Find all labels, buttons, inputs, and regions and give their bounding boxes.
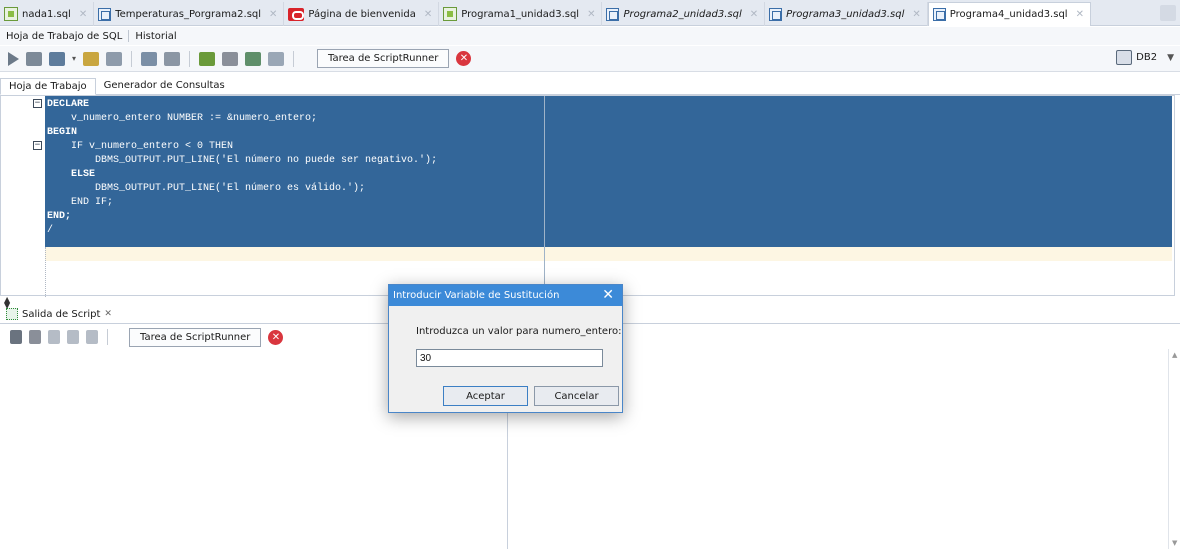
tab-temperaturas[interactable]: Temperaturas_Porgrama2.sql ✕ xyxy=(94,2,285,26)
document-icon xyxy=(606,7,620,21)
close-icon[interactable]: ✕ xyxy=(587,9,595,20)
substitution-variable-dialog: Introducir Variable de Sustitución ✕ Int… xyxy=(388,284,623,413)
pin-icon[interactable] xyxy=(10,330,22,344)
close-icon[interactable]: ✕ xyxy=(424,9,432,20)
eraser-icon[interactable] xyxy=(222,51,239,66)
code-line: END; xyxy=(47,211,72,222)
tab-nada1[interactable]: nada1.sql ✕ xyxy=(0,2,95,26)
vertical-scrollbar[interactable]: ▲ ▼ xyxy=(1168,349,1180,549)
divider xyxy=(189,50,191,67)
current-line-highlight xyxy=(45,247,1172,261)
scroll-up-icon[interactable]: ▲ xyxy=(1172,351,1177,359)
connection-selector[interactable]: DB2 ▼ xyxy=(1116,50,1174,65)
scriptrunner-task-button[interactable]: Tarea de ScriptRunner xyxy=(129,327,262,347)
document-icon xyxy=(932,8,946,21)
close-icon[interactable]: ✕ xyxy=(912,9,920,20)
close-icon[interactable]: ✕ xyxy=(79,9,87,20)
chevron-down-icon[interactable]: ▾ xyxy=(72,54,76,63)
tab-bienvenida[interactable]: Página de bienvenida ✕ xyxy=(284,2,440,26)
oracle-icon xyxy=(288,7,305,21)
accept-button[interactable]: Aceptar xyxy=(443,386,528,406)
close-icon[interactable]: ✕ xyxy=(602,287,614,303)
code-line: END IF; xyxy=(47,197,114,208)
open-icon[interactable] xyxy=(86,330,98,344)
tab-list-icon[interactable] xyxy=(1160,5,1176,21)
explain-plan-icon[interactable] xyxy=(106,51,123,66)
editor-tab-bar: Hoja de Trabajo Generador de Consultas xyxy=(0,77,1180,95)
code-line: DECLARE xyxy=(47,99,90,110)
code-line: ELSE xyxy=(47,169,96,180)
code-line: / xyxy=(47,225,54,236)
close-icon[interactable]: ✕ xyxy=(1076,9,1084,20)
tab-sql-worksheet[interactable]: Hoja de Trabajo de SQL xyxy=(6,31,122,42)
rollback-icon[interactable] xyxy=(83,51,100,66)
clear-icon[interactable] xyxy=(199,51,216,66)
format-icon[interactable] xyxy=(268,51,285,66)
eraser-icon[interactable] xyxy=(29,330,41,344)
document-icon xyxy=(98,7,112,21)
code-line: BEGIN xyxy=(47,127,78,138)
divider xyxy=(128,30,130,42)
chevron-down-icon: ▼ xyxy=(1167,52,1174,63)
dialog-prompt: Introduzca un valor para numero_entero: xyxy=(416,326,622,337)
tab-programa1[interactable]: Programa1_unidad3.sql ✕ xyxy=(439,2,603,26)
sql-worksheet-icon xyxy=(443,7,458,21)
sql-tuning-icon[interactable] xyxy=(164,51,181,66)
database-icon xyxy=(1116,50,1133,65)
code-line: IF v_numero_entero < 0 THEN xyxy=(47,141,234,152)
tab-query-builder[interactable]: Generador de Consultas xyxy=(96,77,233,94)
autotrace-icon[interactable] xyxy=(141,51,158,66)
commit-icon[interactable] xyxy=(49,51,65,66)
sql-editor[interactable]: − − DECLARE v_numero_entero NUMBER := &n… xyxy=(0,95,1175,297)
script-output-icon xyxy=(6,308,18,320)
close-icon[interactable]: ✕ xyxy=(750,9,758,20)
right-margin-line xyxy=(544,96,545,296)
worksheet-subbar: Hoja de Trabajo de SQL Historial xyxy=(0,27,1180,45)
divider xyxy=(131,50,133,67)
main-toolbar: ▾ Tarea de ScriptRunner ✕ DB2 ▼ xyxy=(0,46,1180,72)
print-icon[interactable] xyxy=(67,330,79,344)
tab-programa2[interactable]: Programa2_unidad3.sql ✕ xyxy=(602,2,766,26)
tab-programa3[interactable]: Programa3_unidad3.sql ✕ xyxy=(765,2,928,26)
divider xyxy=(107,329,108,345)
document-tab-bar: nada1.sql ✕ Temperaturas_Porgrama2.sql ✕… xyxy=(0,0,1180,26)
run-statement-icon[interactable] xyxy=(8,51,19,66)
output-toolbar: Tarea de ScriptRunner ✕ xyxy=(10,327,284,347)
document-icon xyxy=(769,7,783,21)
editor-gutter: − − xyxy=(1,96,45,296)
cancel-button[interactable]: Cancelar xyxy=(534,386,619,406)
history-icon[interactable] xyxy=(245,51,262,66)
scriptrunner-task-button[interactable]: Tarea de ScriptRunner xyxy=(317,49,450,68)
tab-history[interactable]: Historial xyxy=(135,31,176,42)
save-icon[interactable] xyxy=(48,330,60,344)
divider xyxy=(293,50,295,67)
scroll-down-icon[interactable]: ▼ xyxy=(1172,539,1177,547)
dialog-title-bar: Introducir Variable de Sustitución ✕ xyxy=(389,285,622,306)
indent-guide xyxy=(45,247,46,297)
tab-programa4[interactable]: Programa4_unidad3.sql ✕ xyxy=(927,2,1091,26)
run-script-icon[interactable] xyxy=(26,51,42,66)
tab-worksheet[interactable]: Hoja de Trabajo xyxy=(0,78,96,95)
stop-icon[interactable]: ✕ xyxy=(268,329,284,345)
sql-developer-window: nada1.sql ✕ Temperaturas_Porgrama2.sql ✕… xyxy=(0,0,1180,549)
code-line: DBMS_OUTPUT.PUT_LINE('El número no puede… xyxy=(47,155,438,166)
tab-script-output[interactable]: Salida de Script ✕ xyxy=(6,305,112,323)
code-line: DBMS_OUTPUT.PUT_LINE('El número es válid… xyxy=(47,183,366,194)
code-line: v_numero_entero NUMBER := &numero_entero… xyxy=(47,113,318,124)
fold-icon[interactable]: − xyxy=(33,141,42,150)
sql-worksheet-icon xyxy=(4,7,18,21)
dialog-title: Introducir Variable de Sustitución xyxy=(393,290,560,301)
close-icon[interactable]: ✕ xyxy=(104,309,112,319)
stop-icon[interactable]: ✕ xyxy=(456,51,472,66)
variable-value-input[interactable] xyxy=(416,349,603,367)
close-icon[interactable]: ✕ xyxy=(269,9,277,20)
fold-icon[interactable]: − xyxy=(33,99,42,108)
code-block: DECLARE v_numero_entero NUMBER := &numer… xyxy=(47,98,437,238)
